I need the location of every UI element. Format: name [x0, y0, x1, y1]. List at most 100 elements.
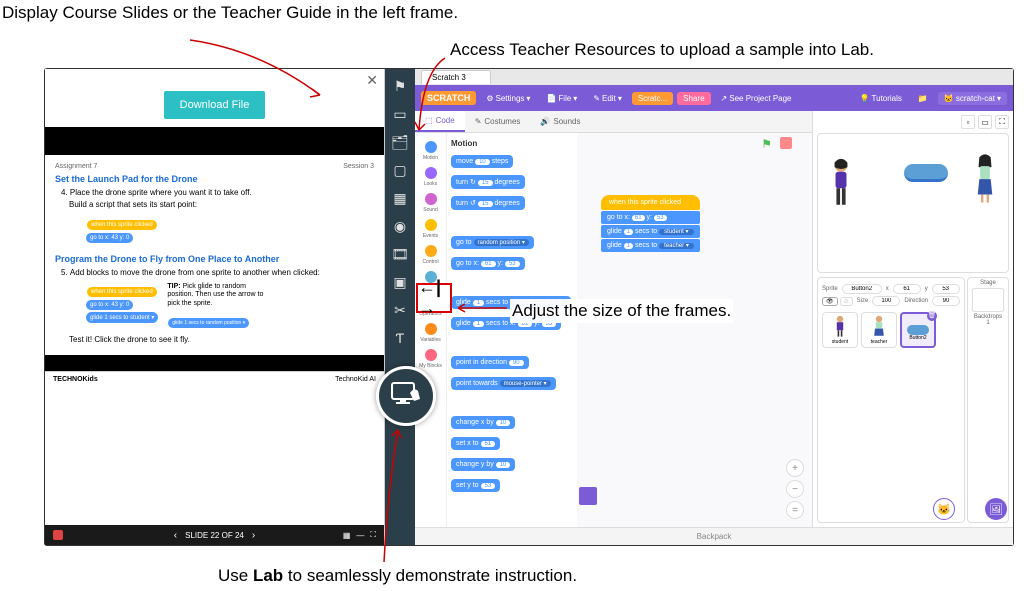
category-motion[interactable]	[425, 141, 437, 153]
tutorials-button[interactable]: 💡 Tutorials	[854, 92, 908, 105]
block-when-sprite-clicked[interactable]: when this sprite clicked	[601, 195, 700, 210]
stage-thumb-panel[interactable]: Stage Backdrops 1	[967, 277, 1009, 523]
stage-full-button[interactable]: ⛶	[995, 115, 1009, 129]
prev-slide-button[interactable]: ‹	[174, 530, 177, 541]
sprite-thumb-teacher[interactable]: teacher	[861, 312, 897, 348]
stage-large-button[interactable]: ▭	[978, 115, 992, 129]
block-palette: MotionLooksSoundEventsControlSensingOper…	[415, 133, 577, 527]
rail-multimedia-icon[interactable]: ◉	[387, 213, 413, 239]
slide-navigator: ‹ SLIDE 22 OF 24 › ▦ — ⛶	[45, 525, 384, 545]
sprite-x-input[interactable]	[893, 284, 921, 294]
block-goto-sample: go to x: 43 y: 0	[86, 233, 133, 243]
rail-calc-icon[interactable]: ▦	[387, 185, 413, 211]
sprite-button2-on-stage[interactable]	[904, 164, 948, 182]
palette-block[interactable]: set y to 53	[451, 479, 500, 492]
category-sound[interactable]	[425, 193, 437, 205]
show-toggle[interactable]: 👁⊘	[822, 297, 853, 306]
script-stack[interactable]: when this sprite clicked go to x: 61 y: …	[601, 195, 700, 252]
sprite-name-input[interactable]	[842, 284, 882, 294]
tab-scratch[interactable]: Scratch 3	[421, 70, 491, 84]
annotation-teacher-resources: Access Teacher Resources to upload a sam…	[450, 40, 874, 60]
palette-block[interactable]: point towards mouse-pointer ▾	[451, 377, 556, 390]
stage-small-button[interactable]: ▫	[961, 115, 975, 129]
category-control[interactable]	[425, 245, 437, 257]
add-sprite-button[interactable]: 🐱	[933, 498, 955, 520]
guide-pane: ✕ Download File Assignment 7Session 3 Se…	[45, 69, 385, 545]
script-block[interactable]: glide 1 secs to teacher ▾	[601, 239, 700, 252]
zoom-out-button[interactable]: −	[786, 480, 804, 498]
palette-block[interactable]: go to x: 61 y: 53	[451, 257, 525, 270]
rail-flag-icon[interactable]: ⚑	[387, 73, 413, 99]
slide-counter: SLIDE 22 OF 24	[185, 531, 244, 540]
fullscreen-icon[interactable]: ⛶	[370, 530, 376, 540]
close-icon[interactable]: ✕	[366, 72, 378, 89]
rail-slides-icon[interactable]: ▢	[387, 157, 413, 183]
guide-document: Assignment 7Session 3 Set the Launch Pad…	[45, 127, 384, 525]
category-looks[interactable]	[425, 167, 437, 179]
script-block[interactable]: glide 1 secs to student ▾	[601, 225, 700, 238]
palette-block[interactable]: move 10 steps	[451, 155, 513, 168]
brand-technokids: TECHNOKids	[53, 376, 98, 383]
project-name-field[interactable]: Scratc...	[632, 92, 673, 105]
user-menu[interactable]: 🐱 scratch-cat ▾	[938, 92, 1007, 105]
tab-costumes[interactable]: ✎Costumes	[465, 111, 531, 132]
rail-text-icon[interactable]: Ƭ	[387, 325, 413, 351]
share-button[interactable]: Share	[677, 92, 710, 105]
backpack-bar[interactable]: Backpack 🐱 🖼	[415, 527, 1013, 545]
next-slide-button[interactable]: ›	[252, 530, 255, 541]
palette-block[interactable]: set x to 61	[451, 437, 500, 450]
palette-block[interactable]: change y by 10	[451, 458, 515, 471]
rail-media-icon[interactable]: ▣	[387, 269, 413, 295]
minimize-icon[interactable]: —	[356, 531, 364, 540]
sprite-direction-input[interactable]	[932, 296, 960, 306]
slide-thumb-icon[interactable]	[53, 530, 63, 540]
guide-black-bar	[45, 127, 384, 155]
sprite-thumb-Button2[interactable]: 🗑Button2	[900, 312, 936, 348]
scratch-logo: SCRATCH	[421, 91, 476, 105]
tab-sounds[interactable]: 🔊Sounds	[530, 111, 590, 132]
stop-button[interactable]	[780, 137, 792, 149]
tool-rail: ⚑ ▭ 🗂 ▢ ▦ ◉ 🎞 ▣ ✂ Ƭ	[385, 69, 415, 545]
annotation-slides-guide: Display Course Slides or the Teacher Gui…	[2, 2, 458, 24]
frame-resize-handle[interactable]: ←|→	[416, 283, 452, 313]
settings-menu[interactable]: ⚙ Settings ▾	[480, 92, 536, 105]
category-my blocks[interactable]	[425, 349, 437, 361]
see-project-button[interactable]: ↗ See Project Page	[715, 92, 798, 105]
palette-block[interactable]: go to random position ▾	[451, 236, 534, 249]
palette-block[interactable]: change x by 10	[451, 416, 515, 429]
lab-button[interactable]	[376, 366, 436, 426]
sprite-size-input[interactable]	[872, 296, 900, 306]
tab-code[interactable]: ⬚Code	[415, 111, 465, 132]
folder-button[interactable]: 📁	[912, 92, 934, 105]
zoom-reset-button[interactable]: =	[786, 501, 804, 519]
category-variables[interactable]	[425, 323, 437, 335]
script-block[interactable]: go to x: 61 y: 53	[601, 211, 700, 224]
green-flag-button[interactable]: ⚑	[761, 137, 772, 151]
palette-block[interactable]: turn ↺ 15 degrees	[451, 196, 525, 210]
script-canvas[interactable]: ⚑ when this sprite clicked go to x: 61 y…	[577, 133, 812, 527]
sprite-student-on-stage[interactable]	[830, 158, 852, 213]
extensions-button[interactable]	[579, 487, 597, 505]
slide-grid-icon[interactable]: ▦	[343, 531, 351, 540]
download-file-button[interactable]: Download File	[164, 91, 266, 119]
stage-preview[interactable]	[817, 133, 1009, 273]
rail-snip-icon[interactable]: ✂	[387, 297, 413, 323]
palette-category-header: Motion	[451, 139, 573, 148]
file-menu[interactable]: 📄 File ▾	[540, 92, 583, 105]
guide-heading-2: Program the Drone to Fly from One Place …	[55, 254, 374, 264]
rail-resources-icon[interactable]: 🗂	[387, 129, 413, 155]
zoom-in-button[interactable]: +	[786, 459, 804, 477]
palette-block[interactable]: turn ↻ 15 degrees	[451, 175, 525, 189]
scratch-menubar: SCRATCH ⚙ Settings ▾ 📄 File ▾ ✎ Edit ▾ S…	[415, 85, 1013, 111]
palette-block[interactable]: point in direction 90	[451, 356, 529, 369]
category-events[interactable]	[425, 219, 437, 231]
add-backdrop-button[interactable]: 🖼	[985, 498, 1007, 520]
guide-heading-1: Set the Launch Pad for the Drone	[55, 174, 374, 184]
edit-menu[interactable]: ✎ Edit ▾	[587, 92, 628, 105]
rail-film-icon[interactable]: 🎞	[387, 241, 413, 267]
stage-column: ▫ ▭ ⛶ Sprite x	[813, 111, 1013, 527]
sprite-teacher-on-stage[interactable]	[974, 154, 996, 209]
rail-guide-icon[interactable]: ▭	[387, 101, 413, 127]
sprite-thumb-student[interactable]: student	[822, 312, 858, 348]
sprite-y-input[interactable]	[932, 284, 960, 294]
